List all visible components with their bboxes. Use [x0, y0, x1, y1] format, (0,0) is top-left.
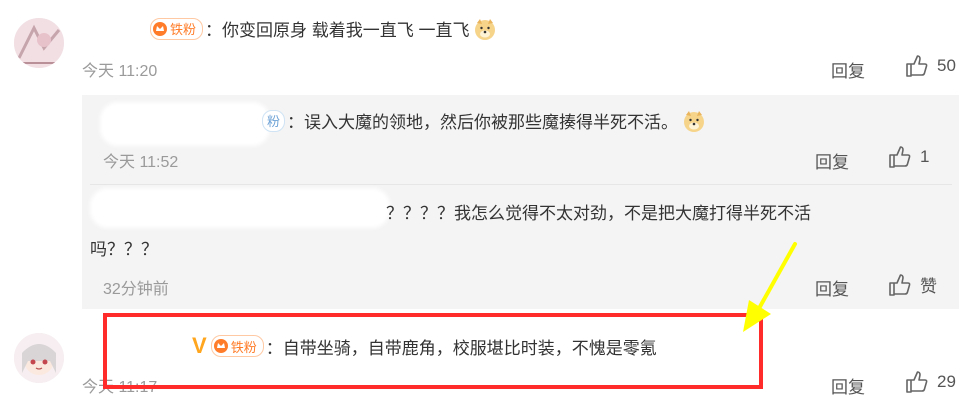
reply-text-continued: 吗？？？ — [90, 240, 158, 259]
badge-label: 铁粉 — [170, 22, 197, 37]
divider — [90, 184, 952, 185]
avatar[interactable] — [14, 18, 64, 68]
like-count: 50 — [937, 56, 956, 75]
thumbs-up-icon — [889, 273, 911, 296]
doge-emoji-icon — [475, 18, 496, 40]
reply-button[interactable]: 回复 — [815, 275, 849, 300]
like-button[interactable]: 1 — [888, 145, 929, 169]
comment-text: ：你变回原身 载着我一直飞 一直飞 — [205, 21, 470, 40]
thumbs-up-icon — [889, 146, 911, 168]
reply-text: ？？？？我怎么觉得不太对劲，不是把大魔打得半死不活 — [386, 204, 811, 223]
like-button[interactable]: 赞 — [888, 272, 937, 297]
crown-icon — [153, 21, 167, 36]
reply-button[interactable]: 回复 — [815, 148, 849, 173]
reply-text-row: 粉 ：误入大魔的领地，然后你被那些魔揍得半死不活。 — [262, 108, 706, 133]
badge-label: 粉 — [267, 114, 281, 129]
arrow-icon — [743, 242, 797, 332]
thumbs-up-icon — [906, 371, 928, 393]
reply-text-row: ？？？？我怎么觉得不太对劲，不是把大魔打得半死不活 — [386, 199, 811, 224]
like-button[interactable]: 50 — [905, 54, 956, 78]
fan-badge[interactable]: 粉 — [262, 109, 286, 132]
thumbs-up-icon — [906, 55, 928, 77]
like-button[interactable]: 29 — [905, 370, 956, 394]
username-mask — [78, 8, 148, 42]
reply-button[interactable]: 回复 — [831, 373, 865, 398]
like-label: 赞 — [920, 277, 937, 296]
fan-badge[interactable]: 铁粉 — [150, 17, 204, 40]
comment-time: 今天 11:20 — [82, 63, 158, 80]
like-count: 29 — [937, 372, 956, 391]
reply-text-row-2: 吗？？？ — [90, 235, 158, 260]
comment-text-row: 铁粉 ：你变回原身 载着我一直飞 一直飞 — [150, 16, 497, 41]
like-count: 1 — [920, 147, 930, 166]
doge-emoji-icon — [684, 110, 705, 132]
reply-time: 今天 11:52 — [103, 154, 179, 171]
reply-button[interactable]: 回复 — [831, 57, 865, 82]
username-mask — [90, 188, 390, 228]
reply-time: 32分钟前 — [103, 281, 169, 298]
avatar[interactable] — [14, 333, 64, 383]
highlight-box — [103, 313, 763, 389]
username-mask — [100, 102, 270, 146]
reply-text: ：误入大魔的领地，然后你被那些魔揍得半死不活。 — [287, 113, 679, 132]
